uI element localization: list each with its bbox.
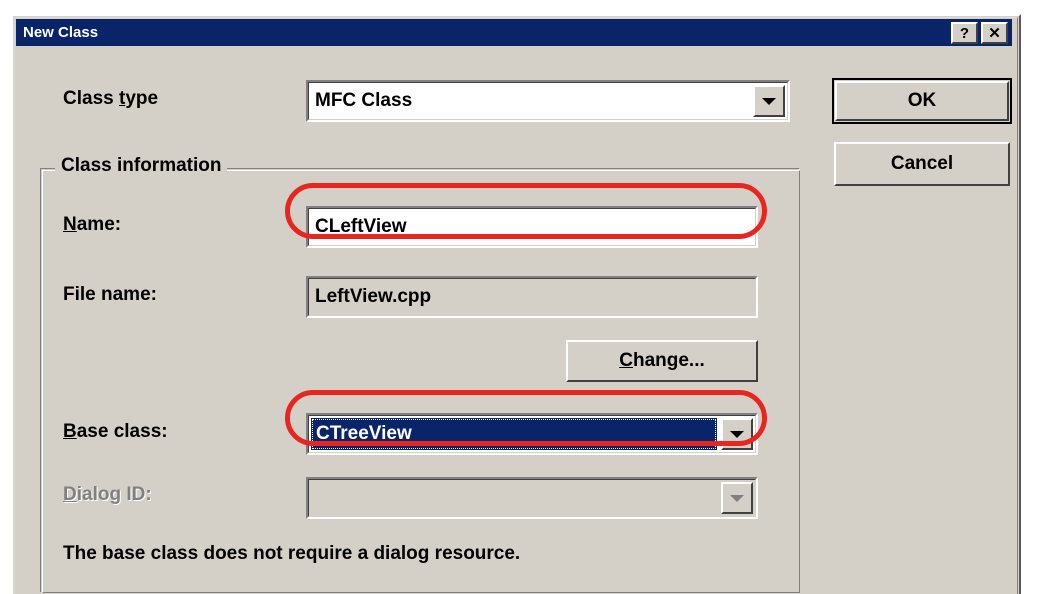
status-message: The base class does not require a dialog… [63,543,521,564]
chevron-down-icon [730,430,744,438]
file-name-value: LeftView.cpp [315,286,432,307]
title-bar[interactable]: New Class ? ✕ [16,19,1012,46]
dialog-id-label-accel: D [63,484,77,505]
dialog-id-dropdown-button [721,482,753,514]
window-title: New Class [23,24,99,41]
ok-button[interactable]: OK [832,78,1012,124]
change-button-accel: C [619,350,633,371]
help-glyph: ? [959,24,970,42]
base-class-label: Base class: [63,421,168,443]
screen: New Class ? ✕ Class type MFC Class OK Ca… [0,0,1038,594]
file-name-input[interactable]: LeftView.cpp [306,276,758,318]
class-type-label: Class type [63,88,158,110]
class-type-combobox[interactable]: MFC Class [306,80,790,122]
cancel-button[interactable]: Cancel [834,142,1010,186]
chevron-down-icon [762,97,776,105]
cancel-button-label: Cancel [890,153,954,174]
help-icon[interactable]: ? [951,22,978,44]
ok-button-face: OK [835,81,1009,121]
ok-button-label: OK [907,90,937,111]
base-class-value: CTreeView [316,423,412,444]
dialog-id-combobox [306,477,758,519]
change-button-suffix: hange... [632,350,705,371]
close-glyph: ✕ [988,24,1001,42]
change-button-label: Change... [619,350,705,372]
new-class-dialog: New Class ? ✕ Class type MFC Class OK Ca… [11,14,1021,594]
class-type-label-prefix: Class [63,88,119,109]
base-class-label-suffix: ase class: [76,421,168,442]
base-class-label-accel: B [63,421,77,442]
name-value: CLeftView [315,216,407,237]
base-class-dropdown-button[interactable] [721,418,753,450]
class-type-dropdown-button[interactable] [753,85,785,117]
close-icon[interactable]: ✕ [981,22,1008,44]
dialog-id-label-suffix: ialog ID: [76,484,152,505]
class-type-label-suffix: ype [125,88,159,109]
base-class-selected-item[interactable]: CTreeView [311,418,717,450]
dialog-id-combobox-frame [308,479,756,517]
class-information-group-label: Class information [55,155,228,177]
dialog-id-label: Dialog ID: [63,484,152,506]
change-button[interactable]: Change... [566,340,758,382]
name-input[interactable]: CLeftView [306,206,758,248]
chevron-down-icon [730,494,744,502]
name-label-suffix: ame: [76,214,122,235]
class-type-value: MFC Class [315,90,413,111]
name-label: Name: [63,214,121,236]
base-class-combobox[interactable]: CTreeView [306,413,758,455]
file-name-label: File name: [63,284,157,305]
name-label-accel: N [63,214,77,235]
